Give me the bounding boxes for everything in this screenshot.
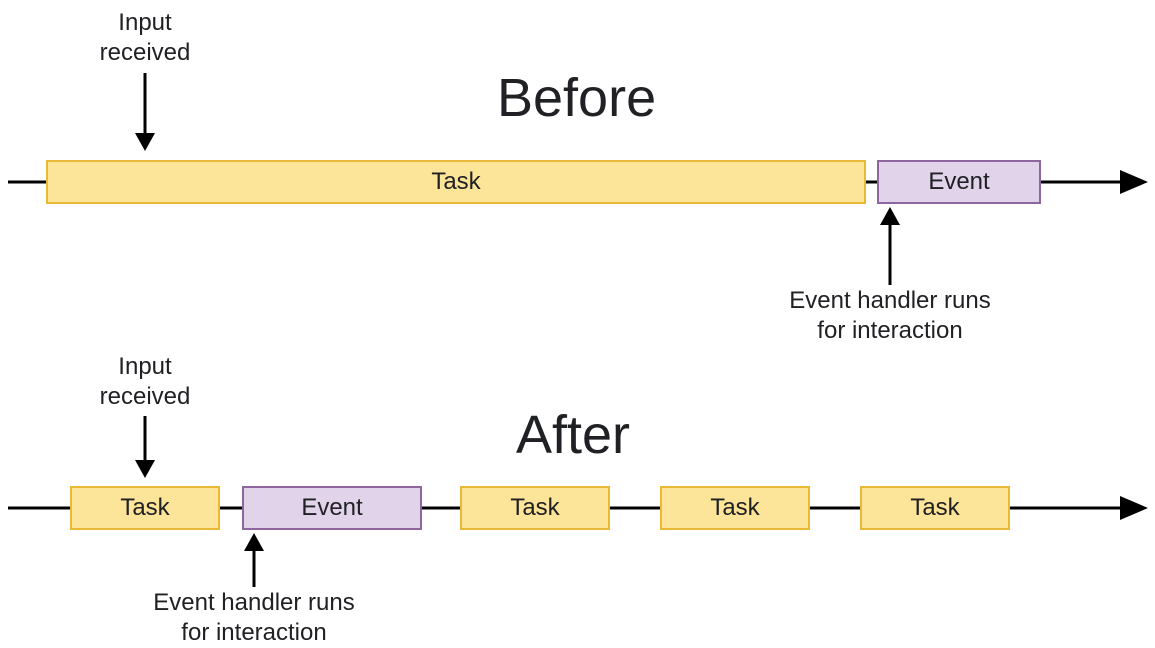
title-after: After [516,404,630,466]
title-before: Before [497,67,656,129]
arrow-up-icon [240,533,268,587]
task-block-label: Task [710,494,759,522]
event-block-after: Event [242,486,422,530]
event-block-before: Event [877,160,1041,204]
task-block-after-1: Task [70,486,220,530]
task-block-after-3: Task [660,486,810,530]
event-block-label: Event [928,168,989,196]
task-block-before: Task [46,160,866,204]
label-input-received-after: Input received [85,352,205,412]
label-event-handler-after: Event handler runs for interaction [144,588,364,648]
task-block-after-2: Task [460,486,610,530]
arrow-up-icon [876,207,904,285]
task-block-label: Task [910,494,959,522]
label-event-handler-before: Event handler runs for interaction [780,286,1000,346]
task-block-after-4: Task [860,486,1010,530]
task-block-label: Task [510,494,559,522]
task-block-label: Task [431,168,480,196]
event-block-label: Event [301,494,362,522]
task-block-label: Task [120,494,169,522]
label-input-received-before: Input received [85,8,205,68]
